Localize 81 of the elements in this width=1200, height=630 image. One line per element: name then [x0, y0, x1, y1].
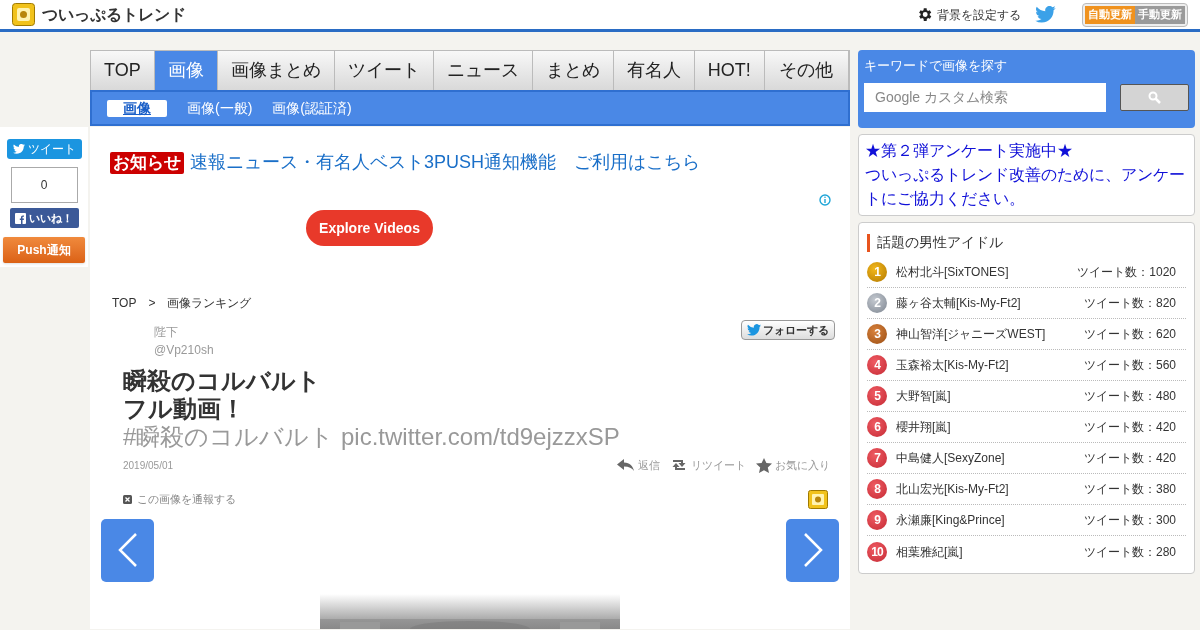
nav-tab[interactable]: 有名人: [613, 51, 695, 90]
announcement-link[interactable]: ★第２弾アンケート実施中★: [865, 139, 1188, 163]
chevron-right-icon: [801, 532, 824, 568]
tweet-count: ツイート数：280: [1083, 543, 1176, 561]
background-settings-link[interactable]: 背景を設定する: [937, 5, 1021, 24]
retweet-icon: [670, 458, 688, 473]
tweet-count: ツイート数：480: [1083, 388, 1176, 405]
rank-medal: 3: [867, 324, 887, 344]
tweet-title: フル動画！: [123, 395, 246, 423]
like-button[interactable]: いいね！: [9, 208, 79, 228]
bird-icon[interactable]: [1035, 6, 1056, 23]
nav-tab[interactable]: TOP: [91, 51, 155, 90]
site-title[interactable]: ついっぷるトレンド: [42, 2, 186, 27]
logo-icon: [808, 489, 828, 509]
rank-medal: 6: [867, 417, 887, 437]
rank-medal: 9: [867, 510, 887, 530]
announcement-link[interactable]: ついっぷるトレンド改善のために、アンケートにご協力ください。: [865, 163, 1188, 211]
explore-videos-button[interactable]: Explore Videos: [306, 210, 433, 246]
bird-icon: [747, 324, 761, 336]
facebook-icon: [15, 212, 26, 224]
breadcrumb-separator: >: [148, 295, 156, 312]
ranking-name-link[interactable]: 松村北斗[SixTONES]: [896, 263, 1009, 281]
report-link[interactable]: この画像を通報する: [123, 490, 236, 508]
star-icon: [756, 457, 772, 473]
ranking-name-link[interactable]: 相葉雅紀[嵐]: [896, 542, 963, 561]
tweet-count: ツイート数：380: [1083, 481, 1176, 498]
tweet-count: ツイート数：820: [1083, 295, 1176, 312]
nav-tab[interactable]: まとめ: [532, 51, 614, 90]
rank-medal: 2: [867, 293, 887, 313]
tweet-count: ツイート数：300: [1083, 512, 1176, 529]
settings-icon[interactable]: [916, 6, 933, 23]
tweet-text: #瞬殺のコルバルト pic.twitter.com/td9ejzzxSP: [122, 423, 621, 451]
logo-icon[interactable]: [12, 3, 35, 26]
ranking-name-link[interactable]: 永瀬廉[King&Prince]: [896, 511, 1005, 529]
sub-tab[interactable]: 画像(一般): [187, 97, 253, 119]
ranking-name-link[interactable]: 中島健人[SexyZone]: [896, 449, 1005, 467]
search-icon: [1148, 90, 1161, 104]
notice-badge: お知らせ: [110, 151, 184, 174]
tweet-count: ツイート数：420: [1083, 419, 1176, 436]
tweet-count: ツイート数：560: [1083, 357, 1176, 374]
ranking-name-link[interactable]: 神山智洋[ジャニーズWEST]: [896, 325, 1046, 343]
rank-medal: 4: [867, 355, 887, 375]
breadcrumb-link[interactable]: 画像ランキング: [167, 294, 252, 312]
notice-link[interactable]: 速報ニュース・有名人ベスト3PUSH通知機能 ご利用はこちら: [190, 149, 701, 176]
nav-tab[interactable]: HOT!: [694, 51, 765, 90]
reply-arrow-icon: [617, 459, 635, 472]
info-icon[interactable]: [819, 194, 831, 206]
search-button[interactable]: [1120, 83, 1189, 111]
sub-tab[interactable]: 画像: [107, 99, 167, 117]
ranking-title: 話題の男性アイドル: [877, 233, 1003, 252]
rank-medal: 10: [867, 541, 887, 562]
bird-icon: [12, 144, 25, 154]
tweet-date: 2019/05/01: [123, 458, 174, 473]
tweet-count: ツイート数：620: [1083, 326, 1176, 343]
nav-tab[interactable]: 画像まとめ: [217, 51, 335, 90]
search-label: キーワードで画像を探す: [864, 57, 1008, 75]
next-button[interactable]: [786, 518, 839, 582]
follow-button[interactable]: フォローする: [741, 320, 835, 340]
nav-tab[interactable]: 画像: [154, 51, 218, 90]
ranking-name-link[interactable]: 櫻井翔[嵐]: [896, 418, 951, 436]
rank-medal: 7: [867, 448, 887, 468]
tweet-title: 瞬殺のコルバルト: [123, 367, 322, 395]
ranking-name-link[interactable]: 藤ヶ谷太輔[Kis-My-Ft2]: [896, 294, 1021, 312]
previous-button[interactable]: [101, 518, 154, 582]
rank-medal: 8: [867, 479, 887, 499]
breadcrumb-link[interactable]: TOP: [112, 294, 137, 312]
ranking-name-link[interactable]: 北山宏光[Kis-My-Ft2]: [896, 480, 1009, 498]
nav-tab[interactable]: その他: [764, 51, 849, 90]
nav-tab[interactable]: ツイート: [334, 51, 434, 90]
rank-medal: 1: [867, 262, 887, 282]
ranking-name-link[interactable]: 玉森裕太[Kis-My-Ft2]: [896, 356, 1009, 374]
like-count: 0: [10, 167, 78, 203]
rank-medal: 5: [867, 386, 887, 406]
tweet-count: ツイート数：420: [1083, 450, 1176, 467]
chevron-left-icon: [116, 532, 139, 568]
nav-tab[interactable]: ニュース: [433, 51, 533, 90]
ranking-name-link[interactable]: 大野智[嵐]: [896, 387, 951, 405]
sub-tab[interactable]: 画像(認証済): [272, 97, 352, 119]
close-icon: [123, 494, 132, 504]
tweet-count: ツイート数：1020: [1077, 264, 1176, 281]
search-field[interactable]: Google カスタム検索: [864, 82, 1106, 112]
